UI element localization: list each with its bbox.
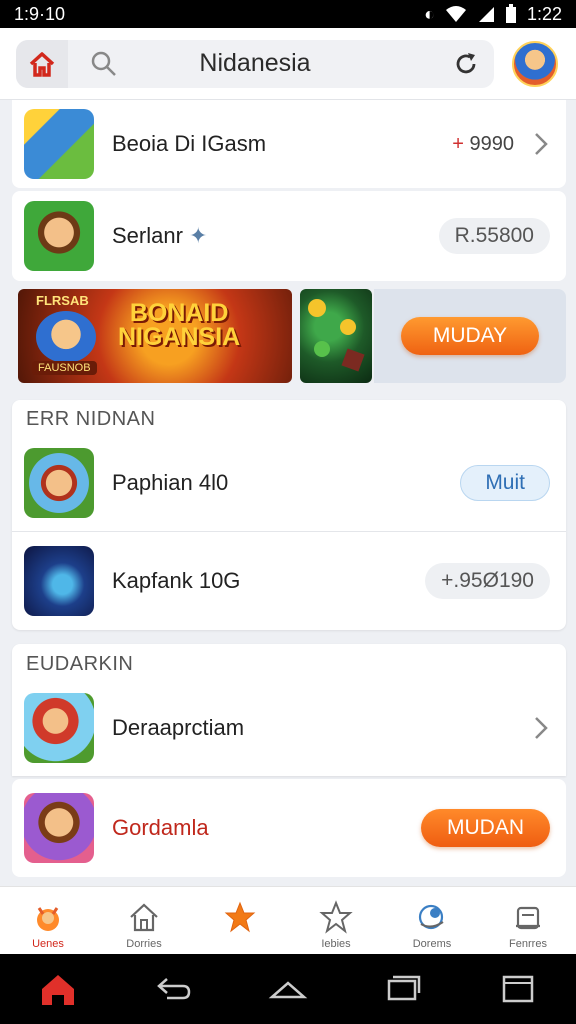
globe-icon <box>418 904 444 930</box>
nav-item-dorries[interactable]: Dorries <box>96 887 192 954</box>
nav-item-fenrres[interactable]: Fenrres <box>480 887 576 954</box>
home-filled-icon[interactable] <box>38 971 78 1007</box>
list-item[interactable]: Serlanr ✦ R.55800 <box>12 191 566 281</box>
banner-tag: FLRSAB <box>36 293 89 308</box>
section-title: EUDARKIN <box>26 653 134 675</box>
price-pill[interactable]: R.55800 <box>438 218 550 254</box>
banner-thumbnail[interactable] <box>300 289 372 383</box>
bottom-nav: Uenes Dorries Iebies Dorems Fenrres <box>0 886 576 954</box>
section-title: ERR NIDNAN <box>26 408 156 430</box>
status-left-text: 1:9·10 <box>14 3 66 24</box>
sync-icon: ◐ <box>424 3 435 24</box>
character-illustration <box>36 311 96 363</box>
item-title: Paphian 4l0 <box>112 470 229 495</box>
game-thumbnail <box>24 201 94 271</box>
list-item[interactable]: Paphian 4l0 Muit <box>12 436 566 530</box>
action-pill[interactable]: Muit <box>460 465 550 501</box>
bag-icon <box>516 906 540 930</box>
game-thumbnail <box>24 109 94 179</box>
system-nav-bar <box>0 954 576 1024</box>
item-title: Serlanr ✦ <box>112 223 208 248</box>
item-title: Kapfank 10G <box>112 568 241 593</box>
banner-cta-button[interactable]: MUDAY <box>401 317 539 355</box>
nav-item-home[interactable]: Uenes <box>0 887 96 954</box>
recents-icon[interactable] <box>383 971 423 1007</box>
sparkle-icon: ✦ <box>189 223 208 248</box>
chevron-right-icon[interactable] <box>532 714 550 742</box>
banner-title: BONAID NIGANSIA <box>118 299 241 351</box>
item-title: Deraaprctiam <box>112 715 245 740</box>
nav-home-icon[interactable] <box>268 971 308 1007</box>
battery-icon <box>505 4 516 23</box>
list-item[interactable]: Gordamla MUDAN <box>12 779 566 877</box>
nav-item-dorems[interactable]: Dorems <box>384 887 480 954</box>
game-thumbnail <box>24 546 94 616</box>
banner-cta-area: MUDAY <box>374 289 566 383</box>
star-outline-icon <box>319 900 353 934</box>
window-icon[interactable] <box>498 971 538 1007</box>
item-title: Gordamla <box>112 815 209 840</box>
divider <box>12 531 566 532</box>
game-thumbnail <box>24 693 94 763</box>
avatar[interactable] <box>512 40 558 87</box>
signal-icon <box>478 7 494 22</box>
nav-item-iebies[interactable]: Iebies <box>288 887 384 954</box>
action-button[interactable]: MUDAN <box>421 809 550 847</box>
status-time: 1:22 <box>526 3 562 24</box>
page-title: Nidanesia <box>199 49 311 77</box>
banner-image[interactable]: FLRSAB BONAID NIGANSIA FAUSNOB <box>18 289 292 383</box>
nav-item-featured[interactable] <box>192 887 288 954</box>
home-button[interactable] <box>16 39 68 88</box>
search-icon[interactable] <box>90 50 118 78</box>
house-icon <box>130 903 158 932</box>
mascot-icon <box>37 907 59 931</box>
item-price: + 9990 <box>452 132 514 155</box>
home-icon <box>29 51 55 77</box>
wifi-icon <box>445 6 466 22</box>
list-item[interactable]: Kapfank 10G +.95Ø190 <box>12 534 566 628</box>
status-bar: 1:9·10 ◐ 1:22 <box>0 0 576 28</box>
chevron-right-icon[interactable] <box>532 130 550 158</box>
promo-banner[interactable]: FLRSAB BONAID NIGANSIA FAUSNOB MUDAY <box>12 285 566 385</box>
game-thumbnail <box>24 448 94 518</box>
game-thumbnail <box>24 793 94 863</box>
refresh-icon[interactable] <box>452 50 480 78</box>
back-icon[interactable] <box>153 971 193 1007</box>
search-bar[interactable]: Nidanesia <box>16 39 494 88</box>
item-title: Beoia Di IGasm <box>112 131 267 156</box>
price-pill[interactable]: +.95Ø190 <box>425 563 550 599</box>
banner-subtitle: FAUSNOB <box>32 361 97 375</box>
list-item[interactable]: Beoia Di IGasm + 9990 <box>12 100 566 188</box>
list-item[interactable]: Deraaprctiam <box>12 682 566 774</box>
app-header: Nidanesia <box>0 28 576 100</box>
star-filled-icon <box>224 901 256 932</box>
